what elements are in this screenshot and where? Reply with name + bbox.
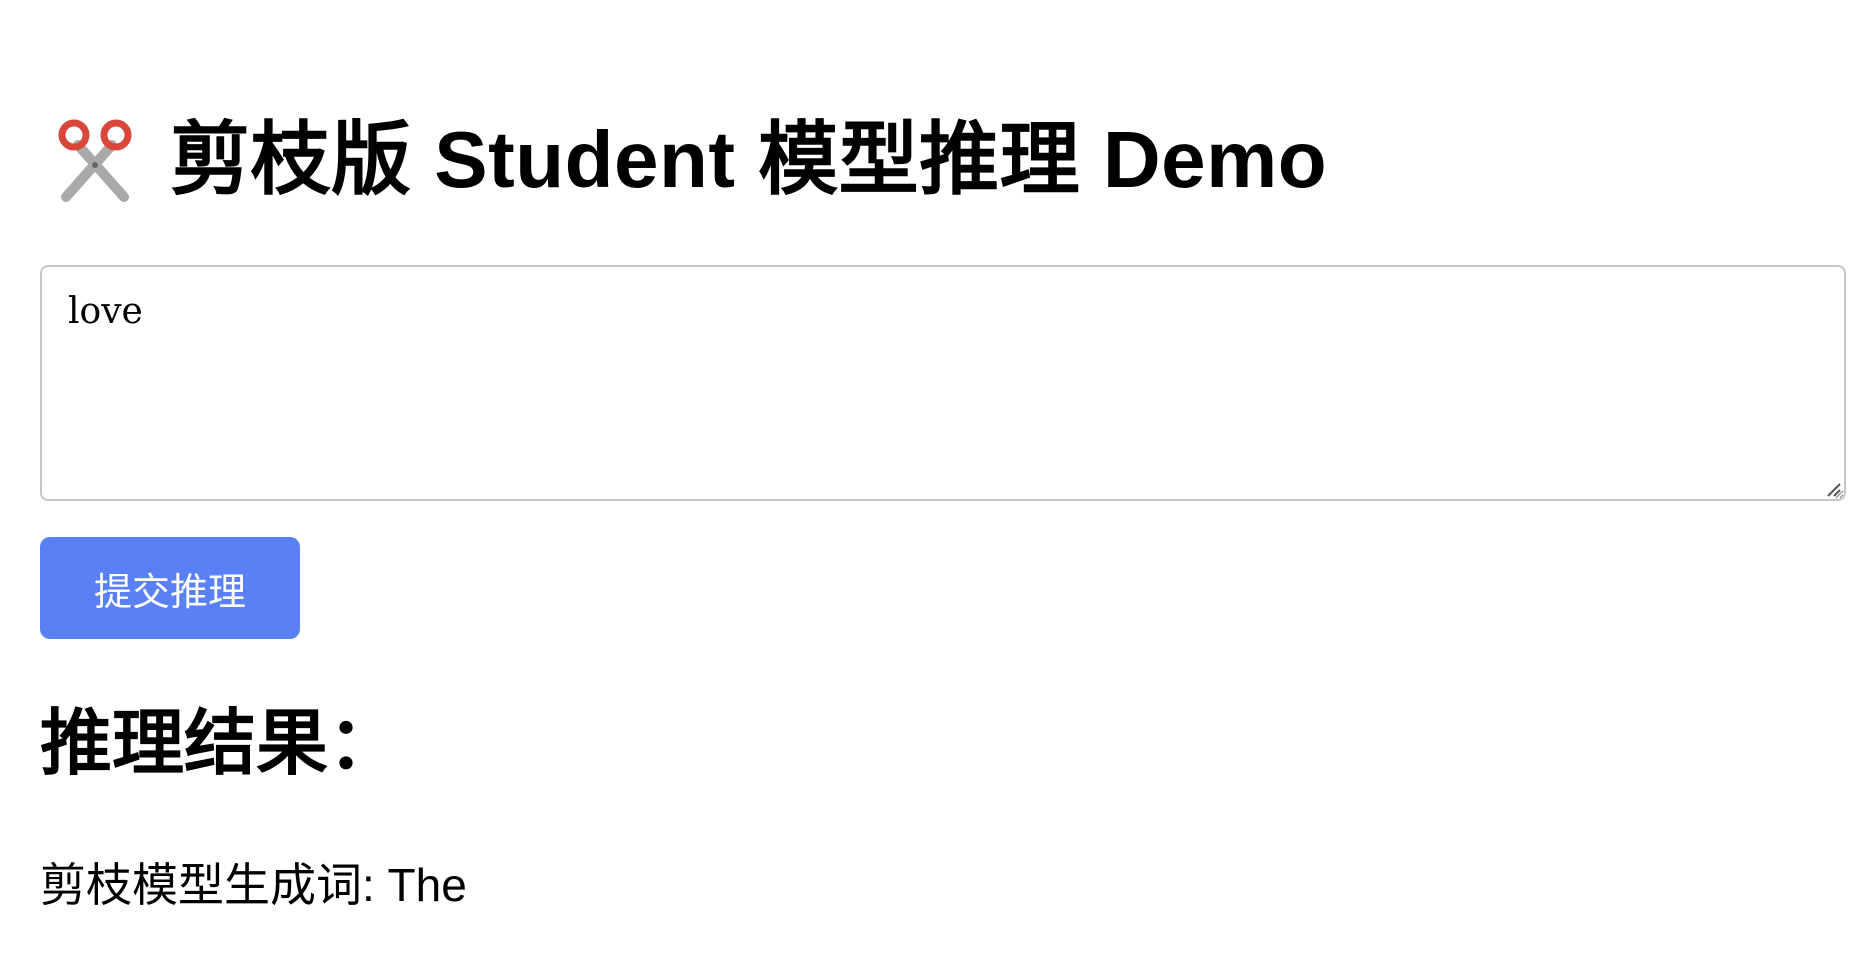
page-header: 剪枝版 Student 模型推理 Demo <box>50 110 1327 210</box>
result-heading: 推理结果： <box>40 704 401 784</box>
result-text: 剪枝模型生成词: The <box>40 859 467 911</box>
prompt-input[interactable]: love <box>40 265 1846 501</box>
submit-button[interactable]: 提交推理 <box>40 537 300 639</box>
page-root: 剪枝版 Student 模型推理 Demo love 提交推理 推理结果： 剪枝… <box>0 0 1854 978</box>
scissors-icon <box>50 115 140 205</box>
page-title: 剪枝版 Student 模型推理 Demo <box>170 115 1328 204</box>
